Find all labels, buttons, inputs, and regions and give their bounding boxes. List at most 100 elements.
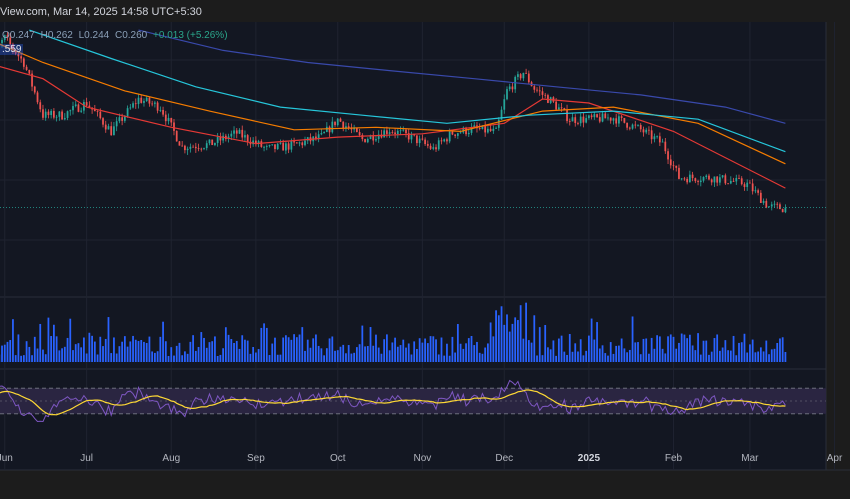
candle-body [265, 146, 268, 147]
volume-bar [369, 327, 372, 362]
candle-body [77, 104, 80, 112]
volume-bar [426, 343, 429, 362]
volume-bar [99, 336, 102, 362]
volume-bar [672, 336, 675, 362]
candle-body [508, 86, 511, 90]
x-tick-label: Feb [664, 453, 683, 464]
candle-body [126, 108, 129, 117]
volume-bar [465, 343, 467, 362]
volume-bar [336, 350, 339, 362]
candle-body [104, 124, 107, 130]
volume-bar [446, 343, 448, 362]
candle-body [293, 141, 295, 143]
volume-bar [200, 332, 203, 362]
candle-body [672, 165, 675, 167]
candle-body [74, 104, 77, 107]
volume-bar [301, 327, 304, 362]
candle-body [525, 72, 527, 74]
candle-body [489, 128, 492, 132]
volume-bar [69, 318, 72, 362]
candle-body [121, 117, 124, 121]
volume-bar [768, 354, 770, 362]
volume-bar [257, 349, 260, 362]
volume-bar [503, 324, 506, 362]
volume-bar [473, 345, 476, 362]
candle-body [650, 130, 653, 140]
candle-body [211, 139, 214, 146]
chart-canvas[interactable] [0, 0, 850, 499]
candle-body [762, 200, 765, 203]
volume-bar [298, 334, 301, 362]
volume-bar [167, 355, 170, 362]
volume-bar [211, 341, 214, 362]
volume-bar [585, 350, 588, 362]
volume-bar [178, 342, 181, 362]
candle-body [732, 180, 735, 182]
volume-bar [399, 345, 402, 362]
candle-body [773, 203, 776, 205]
volume-bar [42, 349, 44, 362]
candle-body [399, 130, 402, 132]
candle-body [405, 129, 407, 134]
candle-body [170, 117, 173, 123]
volume-bar [268, 355, 271, 362]
candle-body [375, 139, 377, 141]
candle-body [402, 129, 405, 131]
candle-body [639, 125, 642, 130]
candle-body [432, 147, 435, 149]
volume-bar [194, 350, 197, 362]
candle-body [740, 178, 743, 185]
volume-bar [435, 339, 437, 362]
volume-bar [391, 342, 394, 362]
volume-bar [334, 350, 336, 362]
ohlc-high: H0.262 [40, 30, 73, 41]
candle-body [282, 142, 285, 151]
volume-bar [170, 347, 173, 362]
volume-bar [421, 342, 424, 362]
volume-bar [173, 355, 175, 362]
candle-body [495, 127, 497, 129]
volume-bar [358, 344, 361, 362]
volume-bar [727, 350, 729, 362]
volume-bar [746, 352, 749, 362]
volume-bar [235, 340, 238, 362]
candle-body [80, 110, 83, 112]
volume-bar [164, 341, 167, 362]
volume-bar [437, 354, 440, 362]
volume-bar [39, 323, 42, 362]
candle-body [203, 148, 205, 149]
candle-body [628, 127, 631, 129]
candle-body [159, 109, 162, 111]
volume-bar [254, 352, 257, 362]
volume-bar [290, 339, 293, 362]
volume-bar [104, 338, 107, 362]
candle-body [566, 109, 568, 122]
volume-bar [249, 353, 252, 362]
candle-body [587, 115, 590, 119]
candle-body [323, 131, 326, 134]
volume-bar [612, 353, 615, 362]
volume-bar [418, 338, 421, 362]
volume-bar [271, 343, 274, 362]
volume-bar [522, 338, 525, 362]
x-tick-label: Mar [741, 453, 759, 464]
candle-body [656, 136, 659, 138]
volume-bar [339, 346, 342, 362]
candle-body [260, 141, 263, 147]
volume-bar [642, 338, 645, 362]
volume-bar [83, 337, 85, 362]
candle-body [132, 103, 134, 108]
candle-body [522, 72, 525, 79]
volume-bar [36, 348, 39, 362]
candle-body [784, 207, 787, 213]
volume-bar [658, 336, 661, 362]
candle-body [429, 145, 432, 149]
candle-body [456, 133, 459, 136]
volume-bar [566, 354, 568, 362]
candle-body [391, 132, 394, 134]
candle-body [334, 121, 336, 126]
volume-bar [536, 355, 538, 362]
volume-bar [328, 338, 331, 362]
candle-body [426, 144, 429, 146]
volume-bar [568, 334, 571, 362]
